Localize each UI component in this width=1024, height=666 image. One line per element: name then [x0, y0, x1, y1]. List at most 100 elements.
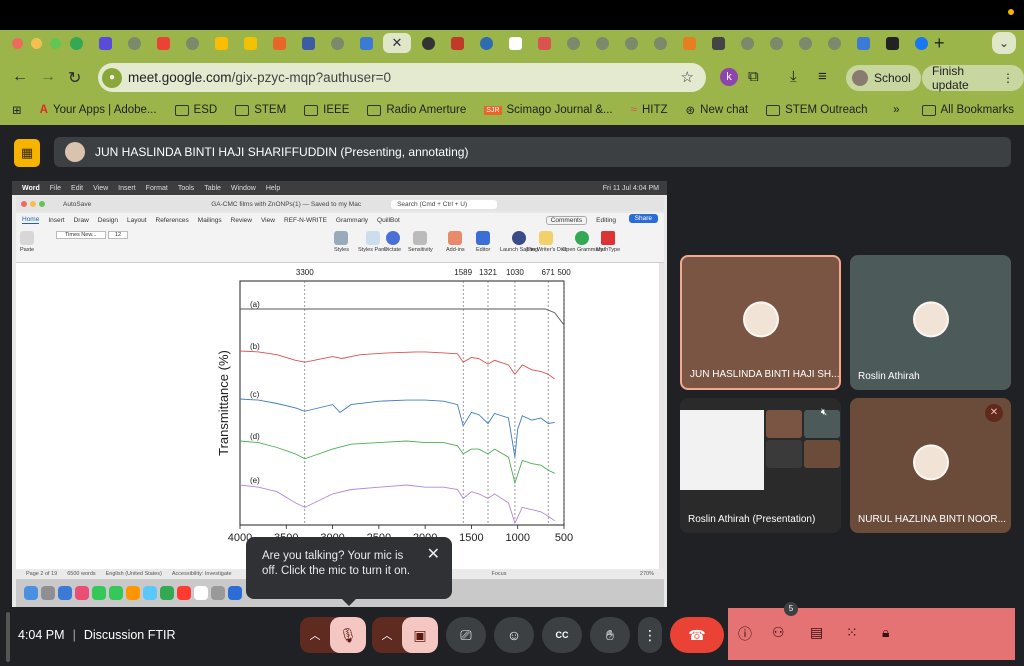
tab-favicon[interactable]	[532, 33, 556, 53]
bookmark-item[interactable]: A Your Apps | Adobe...	[40, 104, 157, 116]
x-tick-label: 1000	[505, 532, 529, 544]
raise-hand-button[interactable]: ✋︎	[590, 617, 630, 653]
tab-favicon[interactable]	[122, 33, 146, 53]
close-window-button[interactable]	[12, 38, 23, 49]
bookmark-item[interactable]: ≈ HITZ	[631, 104, 668, 116]
tab-favicon[interactable]	[474, 33, 498, 53]
participant-tile-roslin-presentation[interactable]: 🔇︎ Roslin Athirah (Presentation)	[680, 398, 841, 533]
bookmark-folder[interactable]: IEEE	[304, 104, 349, 116]
apps-grid-icon[interactable]: ⊞	[12, 103, 22, 117]
tab-favicon[interactable]	[735, 33, 759, 53]
series-label: (b)	[250, 342, 260, 351]
address-bar[interactable]: ● meet.google.com/gix-pzyc-mqp?authuser=…	[98, 63, 706, 92]
participant-count-badge: 5	[784, 602, 798, 616]
bookmark-item[interactable]: SJR Scimago Journal &...	[484, 104, 613, 116]
bookmark-folder[interactable]: ESD	[174, 104, 217, 116]
all-bookmarks-folder[interactable]: All Bookmarks	[921, 104, 1014, 116]
tab-favicon[interactable]	[909, 33, 933, 53]
peak-marker-label: 500	[557, 268, 571, 277]
series-line	[240, 308, 565, 326]
mic-off-icon: ✕	[985, 404, 1003, 422]
participant-tile-nurul[interactable]: ✕ NURUL HAZLINA BINTI NOOR...	[850, 398, 1011, 533]
leave-call-button[interactable]: ☎︎	[670, 617, 724, 653]
reload-icon[interactable]: ↻	[68, 68, 81, 88]
peak-marker-label: 1589	[454, 268, 472, 277]
new-tab-plus-icon[interactable]: +	[934, 33, 945, 54]
tab-favicon[interactable]	[822, 33, 846, 53]
chat-icon[interactable]: ▤	[810, 624, 823, 641]
tab-favicon[interactable]	[209, 33, 233, 53]
tab-favicon[interactable]	[677, 33, 701, 53]
bookmark-item[interactable]: ⊛ New chat	[686, 103, 749, 117]
site-mic-icon[interactable]: ●	[102, 67, 122, 88]
close-icon[interactable]: ✕	[427, 547, 440, 563]
tab-favicon[interactable]	[648, 33, 672, 53]
tab-favicon[interactable]	[503, 33, 527, 53]
document-scrollbar[interactable]	[659, 263, 664, 569]
sjr-icon: SJR	[484, 105, 502, 115]
bookmark-star-icon[interactable]: ☆	[681, 68, 694, 86]
forward-arrow-icon[interactable]: →	[40, 68, 56, 86]
tab-favicon[interactable]	[793, 33, 817, 53]
media-queue-icon[interactable]: ≡	[818, 68, 827, 85]
presentation-lock-icon[interactable]: ▦	[14, 139, 40, 167]
tab-favicon[interactable]	[445, 33, 469, 53]
profile-button[interactable]: School	[846, 65, 921, 91]
people-icon[interactable]: ⚇	[772, 624, 785, 641]
tab-favicon[interactable]	[561, 33, 585, 53]
tab-favicon[interactable]	[180, 33, 204, 53]
folder-icon	[174, 104, 189, 116]
tab-favicon[interactable]	[64, 33, 88, 53]
tab-favicon[interactable]	[706, 33, 730, 53]
word-title-bar: AutoSave GA-CMC films with ZnONPs(1) — S…	[16, 197, 664, 211]
mic-off-button[interactable]: 🎙︎	[330, 617, 366, 653]
minimize-window-button[interactable]	[31, 38, 42, 49]
zoom-window-button[interactable]	[50, 38, 61, 49]
audio-options-chevron-icon[interactable]: ︿	[300, 617, 330, 653]
tab-favicon[interactable]	[764, 33, 788, 53]
tab-favicon[interactable]	[267, 33, 291, 53]
tab-favicon[interactable]	[296, 33, 320, 53]
tab-search-chevron-icon[interactable]: ⌄	[992, 32, 1016, 54]
bookmark-folder[interactable]: STEM	[235, 104, 286, 116]
finish-update-button[interactable]: Finish update ⋮	[922, 64, 1024, 92]
tab-favicon[interactable]	[238, 33, 262, 53]
url-text: meet.google.com/gix-pzyc-mqp?authuser=0	[128, 70, 392, 85]
document-page[interactable]: 3300158913211030671500400035003000250020…	[16, 263, 659, 569]
download-icon[interactable]: ⤓	[790, 68, 797, 85]
tab-favicon[interactable]	[851, 33, 875, 53]
extensions-puzzle-icon[interactable]: ⧉	[748, 68, 759, 85]
meeting-details-info-icon[interactable]: ⓘ	[738, 624, 752, 644]
folder-icon	[921, 104, 936, 116]
bookmark-folder[interactable]: STEM Outreach	[766, 104, 868, 116]
tab-favicon[interactable]	[325, 33, 349, 53]
more-options-icon[interactable]: ⋮	[638, 617, 662, 653]
tab-favicon[interactable]	[590, 33, 614, 53]
tab-favicon[interactable]	[93, 33, 117, 53]
tab-favicon[interactable]	[354, 33, 378, 53]
tab-favicon[interactable]	[416, 33, 440, 53]
participant-avatar	[912, 300, 949, 337]
more-bookmarks-icon[interactable]: »	[893, 104, 899, 116]
tab-bar: ✕ + ⌄	[0, 30, 1024, 56]
video-options-chevron-icon[interactable]: ︿	[372, 617, 402, 653]
present-screen-button[interactable]: ⎚	[446, 617, 486, 653]
meeting-info: 4:04 PM | Discussion FTIR	[18, 628, 176, 642]
back-arrow-icon[interactable]: ←	[12, 68, 28, 86]
bookmark-folder[interactable]: Radio Amerture	[367, 104, 466, 116]
activities-grid-icon[interactable]: ⁙	[846, 624, 858, 641]
captions-button[interactable]: CC	[542, 617, 582, 653]
tab-favicon[interactable]	[880, 33, 904, 53]
tab-favicon[interactable]	[151, 33, 175, 53]
hitz-icon: ≈	[630, 104, 637, 116]
participant-tile-jun[interactable]: JUN HASLINDA BINTI HAJI SH...	[680, 255, 841, 390]
emoji-reaction-button[interactable]: ☺	[494, 617, 534, 653]
host-controls-lock-icon[interactable]: 🔒︎	[882, 624, 889, 641]
extension-k-icon[interactable]: k	[720, 68, 738, 86]
window-controls	[12, 38, 61, 49]
active-tab-close-icon[interactable]: ✕	[383, 33, 411, 53]
participant-tile-roslin[interactable]: Roslin Athirah	[850, 255, 1011, 390]
peak-marker-label: 671	[541, 268, 555, 277]
tab-favicon[interactable]	[619, 33, 643, 53]
camera-off-button[interactable]: ▣	[402, 617, 438, 653]
